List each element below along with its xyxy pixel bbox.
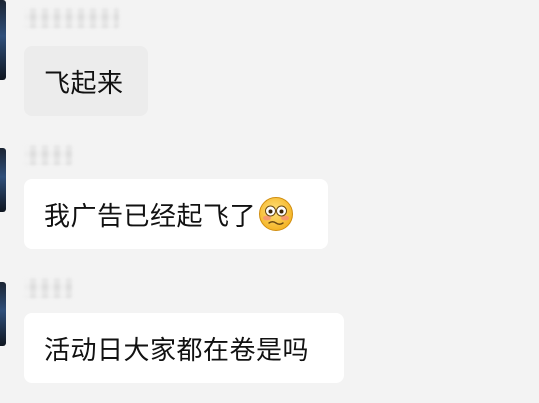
avatar[interactable]: [0, 0, 6, 80]
message-bubble[interactable]: 飞起来: [24, 46, 148, 116]
message-bubble[interactable]: 我广告已经起飞了: [24, 179, 328, 249]
chat-message-list: 飞起来 我广告已经起飞了 活动日大家都在卷是吗: [0, 0, 539, 403]
sender-name-blurred: [24, 278, 72, 298]
message-bubble[interactable]: 活动日大家都在卷是吗: [24, 313, 344, 383]
sender-name-blurred: [24, 8, 119, 28]
avatar[interactable]: [0, 282, 6, 346]
message-text: 活动日大家都在卷是吗: [44, 335, 310, 366]
message-text: 我广告已经起飞了: [44, 201, 257, 232]
message-text: 飞起来: [44, 68, 124, 99]
flushed-face-icon: [258, 196, 294, 232]
sender-name-blurred: [24, 145, 72, 165]
avatar[interactable]: [0, 148, 6, 212]
